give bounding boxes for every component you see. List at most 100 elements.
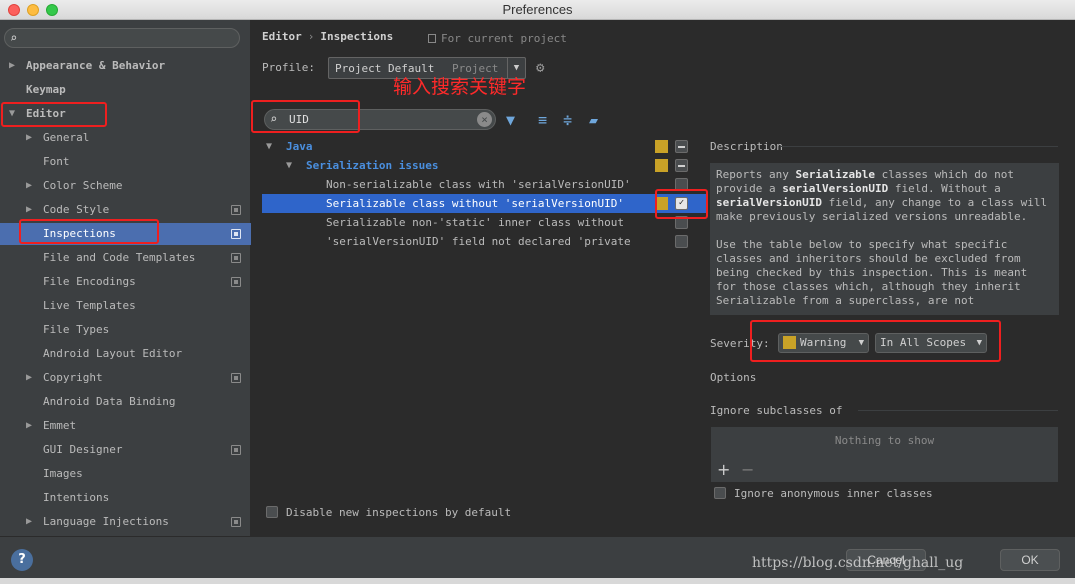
breadcrumb: Editor › Inspections [262, 30, 393, 43]
filter-icon[interactable]: ▼ [506, 111, 515, 129]
inspection-label: Non-serializable class with 'serialVersi… [326, 178, 631, 191]
project-level-icon [231, 373, 241, 383]
sidebar-item-label: Live Templates [43, 299, 136, 312]
severity-color-icon [655, 159, 668, 172]
settings-sidebar: ⌕ ▶ Appearance & Behavior Keymap ▼ Editor ▶ Ge… [0, 20, 251, 536]
ok-button[interactable]: OK [1000, 549, 1060, 571]
add-icon[interactable]: + [717, 460, 730, 479]
project-level-icon [231, 229, 241, 239]
chevron-down-icon: ▼ [286, 160, 293, 171]
severity-color-icon [655, 140, 668, 153]
expand-all-icon[interactable]: ≡ [538, 111, 547, 129]
inspection-row[interactable]: Serializable non-'static' inner class wi… [262, 213, 706, 232]
sidebar-item-live-templates[interactable]: Live Templates [0, 295, 251, 317]
group-label: Java [286, 140, 313, 153]
ignore-anonymous-option[interactable]: Ignore anonymous inner classes [714, 487, 933, 500]
sidebar-item-emmet[interactable]: ▶ Emmet [0, 415, 251, 437]
annotation-box-inspections [19, 219, 159, 244]
sidebar-item-images[interactable]: Images [0, 463, 251, 485]
sidebar-item-language-injections[interactable]: ▶ Language Injections [0, 511, 251, 533]
project-level-icon [231, 517, 241, 527]
sidebar-item-keymap[interactable]: Keymap [0, 79, 251, 101]
watermark: https://blog.csdn.net/ghall_ug [752, 555, 964, 571]
inspection-label: 'serialVersionUID' field not declared 'p… [326, 235, 631, 248]
sidebar-item-label: File and Code Templates [43, 251, 196, 264]
document-icon [428, 34, 436, 43]
sidebar-item-file-types[interactable]: File Types [0, 319, 251, 341]
chevron-right-icon[interactable]: ▶ [9, 55, 15, 77]
sidebar-item-label: Intentions [43, 491, 110, 504]
chevron-right-icon[interactable]: ▶ [26, 199, 32, 221]
inspection-row[interactable]: 'serialVersionUID' field not declared 'p… [262, 232, 706, 251]
sidebar-item-label: Images [43, 467, 83, 480]
reset-icon[interactable]: ▰ [589, 111, 598, 129]
sidebar-item-android-data-binding[interactable]: Android Data Binding [0, 391, 251, 413]
ignore-anonymous-checkbox[interactable] [714, 487, 726, 499]
sidebar-item-label: Emmet [43, 419, 77, 432]
status-strip [0, 578, 1075, 584]
clear-search-icon[interactable]: × [477, 112, 492, 127]
chevron-right-icon[interactable]: ▶ [26, 415, 32, 437]
sidebar-item-intentions[interactable]: Intentions [0, 487, 251, 509]
options-heading: Options [710, 371, 757, 384]
sidebar-item-label: Language Injections [43, 515, 169, 528]
settings-search-input[interactable]: ⌕ [4, 28, 240, 48]
bottom-bar: ? Cancel OK https://blog.csdn.net/ghall_… [0, 536, 1075, 584]
annotation-box-severity [750, 320, 1001, 362]
subgroup-label: Serialization issues [306, 159, 439, 172]
sidebar-item-copyright[interactable]: ▶ Copyright [0, 367, 251, 389]
sidebar-item-file-encodings[interactable]: File Encodings [0, 271, 251, 293]
collapse-all-icon[interactable]: ≑ [563, 111, 572, 129]
breadcrumb-separator: › [307, 30, 315, 43]
inspection-tree: ▼ Java ▼ Serialization issues Non-serial… [262, 137, 706, 497]
disable-new-checkbox[interactable] [266, 506, 278, 518]
group-checkbox[interactable] [675, 140, 688, 153]
chevron-right-icon[interactable]: ▶ [26, 175, 32, 197]
subgroup-checkbox[interactable] [675, 159, 688, 172]
sidebar-item-label: GUI Designer [43, 443, 123, 456]
project-level-icon [231, 253, 241, 263]
inspection-row[interactable]: Serializable class without 'serialVersio… [262, 194, 706, 213]
inspection-row[interactable]: Non-serializable class with 'serialVersi… [262, 175, 706, 194]
inspection-label: Serializable non-'static' inner class wi… [326, 216, 625, 229]
chevron-right-icon[interactable]: ▶ [26, 367, 32, 389]
sidebar-item-color-scheme[interactable]: ▶ Color Scheme [0, 175, 251, 197]
sidebar-item-code-style[interactable]: ▶ Code Style [0, 199, 251, 221]
chevron-right-icon[interactable]: ▶ [26, 127, 32, 149]
sidebar-item-font[interactable]: Font [0, 151, 251, 173]
inspection-label: Serializable class without 'serialVersio… [326, 197, 625, 210]
description-text: Reports any Serializable classes which d… [710, 163, 1059, 315]
sidebar-item-file-and-code-templates[interactable]: File and Code Templates [0, 247, 251, 269]
ignore-anonymous-label: Ignore anonymous inner classes [734, 487, 933, 500]
chevron-right-icon[interactable]: ▶ [26, 511, 32, 533]
sidebar-item-label: Keymap [26, 83, 66, 96]
ignore-subclasses-heading: Ignore subclasses of [710, 404, 843, 417]
tree-group-java[interactable]: ▼ Java [262, 137, 706, 156]
sidebar-item-appearance-behavior[interactable]: ▶ Appearance & Behavior [0, 55, 251, 77]
sidebar-item-gui-designer[interactable]: GUI Designer [0, 439, 251, 461]
gear-icon[interactable]: ⚙ [536, 60, 544, 76]
sidebar-item-label: File Types [43, 323, 110, 336]
search-icon: ⌕ [10, 31, 18, 45]
sidebar-item-general[interactable]: ▶ General [0, 127, 251, 149]
remove-icon[interactable]: − [741, 460, 754, 479]
disable-new-label: Disable new inspections by default [286, 506, 512, 519]
disable-new-inspections[interactable]: Disable new inspections by default [266, 506, 511, 519]
sidebar-item-android-layout-editor[interactable]: Android Layout Editor [0, 343, 251, 365]
title-bar: Preferences [0, 0, 1075, 20]
description-heading: Description [710, 140, 783, 153]
help-button[interactable]: ? [11, 549, 33, 571]
tree-group-serialization[interactable]: ▼ Serialization issues [262, 156, 706, 175]
annotation-text: 输入搜索关键字 [393, 76, 527, 98]
annotation-box-checkbox [655, 189, 708, 219]
annotation-box-search [251, 100, 360, 133]
sidebar-item-label: General [43, 131, 90, 144]
window-title: Preferences [502, 2, 573, 17]
chevron-down-icon: ▼ [266, 141, 273, 152]
sidebar-item-label: Font [43, 155, 70, 168]
ignore-subclasses-table[interactable]: Nothing to show [710, 426, 1059, 483]
inspection-checkbox[interactable] [675, 235, 688, 248]
empty-table-text: Nothing to show [834, 434, 935, 447]
sidebar-item-label: Android Layout Editor [43, 347, 183, 360]
sidebar-item-label: Android Data Binding [43, 395, 176, 408]
